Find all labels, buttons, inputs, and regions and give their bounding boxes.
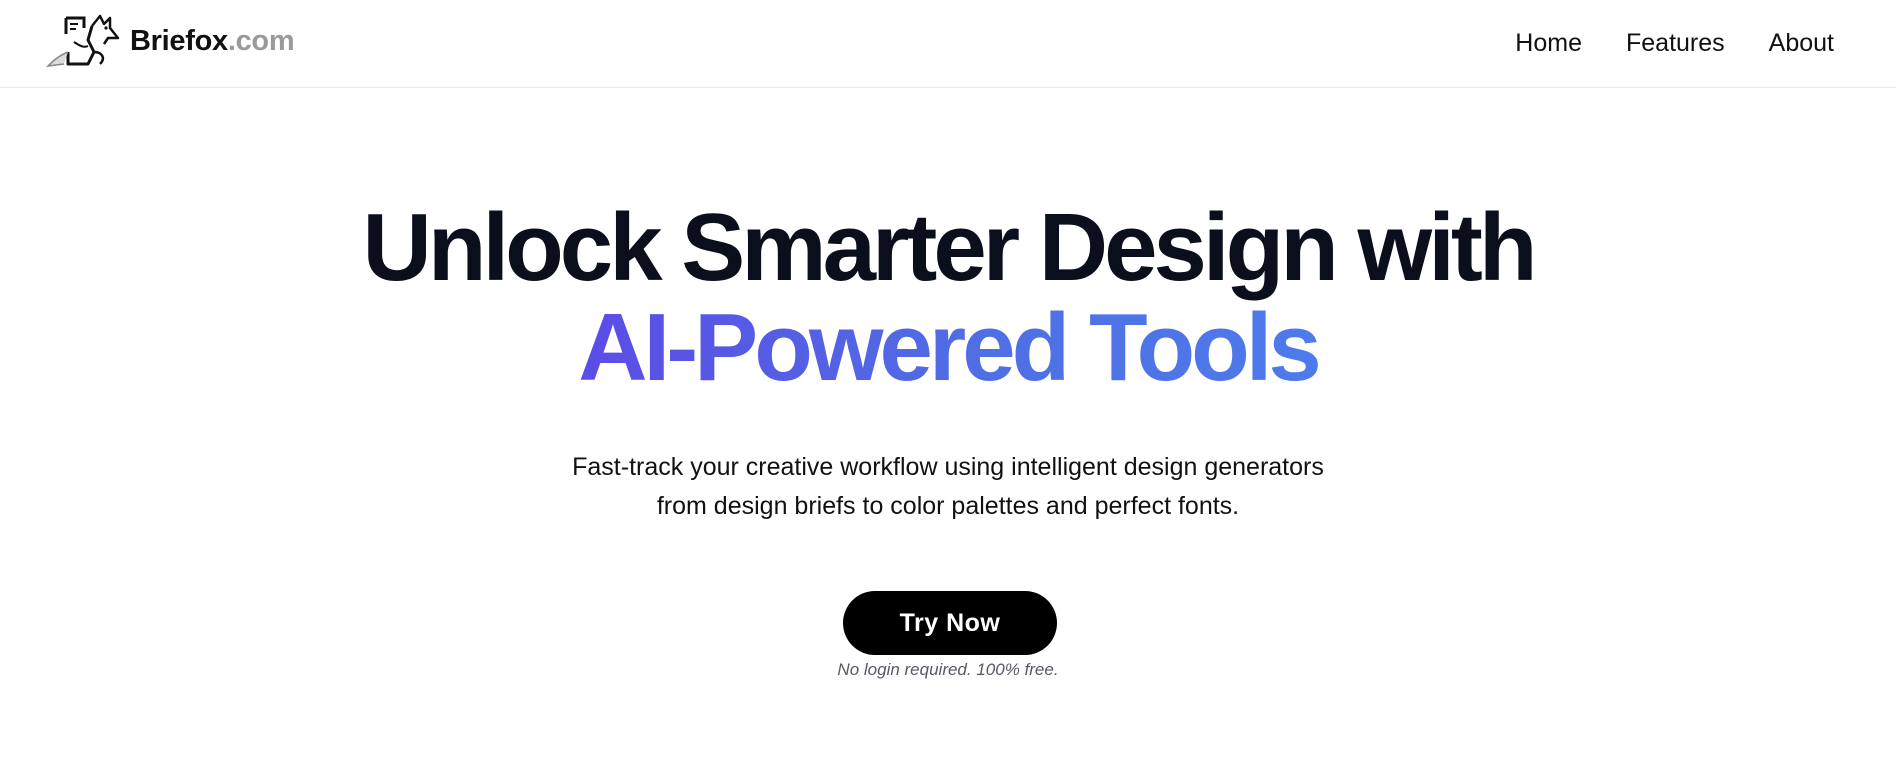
nav-home-link[interactable]: Home: [1515, 26, 1582, 60]
logo-domain: .com: [227, 24, 295, 57]
hero-subtitle-line2: from design briefs to color palettes and…: [656, 492, 1240, 520]
hero-title-accent: AI-Powered Tools: [578, 294, 1322, 401]
try-now-button[interactable]: Try Now: [843, 591, 1057, 655]
cta-note: No login required. 100% free.: [837, 660, 1059, 679]
site-header: Briefox.com Home Features About: [0, 0, 1896, 88]
nav-features-link[interactable]: Features: [1626, 26, 1725, 60]
logo-text: Briefox.com: [130, 24, 295, 58]
fox-logo-icon: [45, 14, 120, 68]
hero-title: Unlock Smarter Design with AI-Powered To…: [0, 198, 1896, 398]
hero-title-line1: Unlock Smarter Design with: [362, 194, 1538, 301]
hero-subtitle-line1: Fast-track your creative workflow using …: [572, 453, 1324, 481]
logo-link[interactable]: Briefox.com: [44, 12, 295, 70]
logo-name: Briefox: [130, 24, 228, 57]
main-nav: Home Features About: [1515, 26, 1834, 60]
hero-subtitle: Fast-track your creative workflow using …: [0, 448, 1896, 526]
nav-about-link[interactable]: About: [1769, 26, 1834, 60]
